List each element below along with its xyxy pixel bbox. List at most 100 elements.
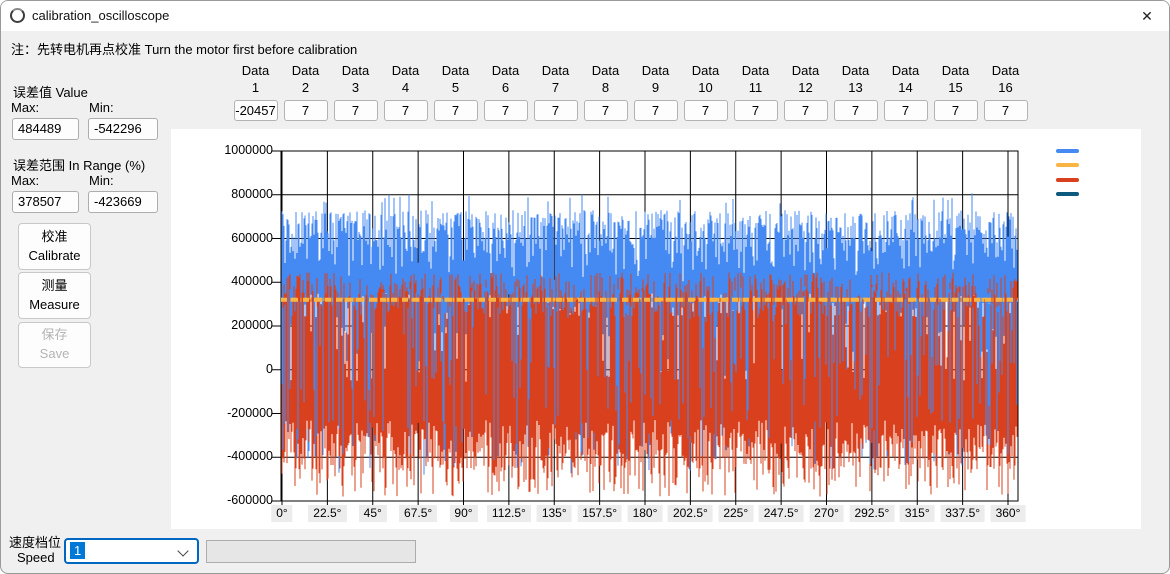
- data-index: 14: [881, 80, 931, 97]
- y-axis-tick-label: 800000: [209, 187, 273, 201]
- data-label: Data: [781, 63, 831, 80]
- data-column-1: Data1 -20457: [231, 63, 281, 121]
- x-axis-tick-label: 292.5°: [849, 505, 894, 522]
- measure-label-en: Measure: [19, 296, 90, 315]
- x-axis-tick-label: 112.5°: [487, 505, 531, 522]
- data-value-field[interactable]: 7: [934, 100, 978, 121]
- measure-button[interactable]: 测量 Measure: [18, 272, 91, 319]
- data-column-10: Data10 7: [681, 63, 731, 121]
- x-axis-tick-label: 67.5°: [399, 505, 437, 522]
- instruction-note: 注：先转电机再点校准 Turn the motor first before c…: [11, 39, 357, 58]
- measure-label-zh: 测量: [19, 277, 90, 296]
- calibrate-button[interactable]: 校准 Calibrate: [18, 223, 91, 270]
- x-axis-tick-label: 157.5°: [577, 505, 622, 522]
- value-min-label: Min:: [89, 100, 114, 115]
- x-axis-tick-label: 90°: [449, 505, 477, 522]
- data-index: 15: [931, 80, 981, 97]
- y-axis-tick-label: 1000000: [209, 143, 273, 157]
- data-label: Data: [681, 63, 731, 80]
- value-max-label: Max:: [11, 100, 39, 115]
- value-min-field[interactable]: -542296: [88, 118, 158, 140]
- data-value-field[interactable]: 7: [784, 100, 828, 121]
- range-min-label: Min:: [89, 173, 114, 188]
- range-min-field[interactable]: -423669: [88, 191, 158, 213]
- value-panel-title: 误差值 Value: [13, 82, 88, 101]
- data-index: 10: [681, 80, 731, 97]
- app-icon: [10, 8, 25, 23]
- data-label: Data: [881, 63, 931, 80]
- data-index: 6: [481, 80, 531, 97]
- data-value-field[interactable]: 7: [334, 100, 378, 121]
- data-label: Data: [531, 63, 581, 80]
- data-label: Data: [581, 63, 631, 80]
- window-title: calibration_oscilloscope: [32, 8, 169, 23]
- data-index: 12: [781, 80, 831, 97]
- data-index: 16: [981, 80, 1031, 97]
- data-column-3: Data3 7: [331, 63, 381, 121]
- data-column-16: Data16 7: [981, 63, 1031, 121]
- data-column-9: Data97: [631, 63, 681, 121]
- data-label: Data: [331, 63, 381, 80]
- y-axis-tick-label: 400000: [209, 274, 273, 288]
- data-column-14: Data14 7: [881, 63, 931, 121]
- y-axis-tick-label: 0: [209, 362, 273, 376]
- data-value-field[interactable]: 7: [684, 100, 728, 121]
- save-button[interactable]: 保存 Save: [18, 322, 91, 368]
- chart-plot-area: [171, 129, 1141, 529]
- data-column-13: Data137: [831, 63, 881, 121]
- save-label-zh: 保存: [19, 326, 90, 345]
- data-index: 11: [731, 80, 781, 97]
- data-column-6: Data6 7: [481, 63, 531, 121]
- data-column-4: Data4 7: [381, 63, 431, 121]
- x-axis-tick-label: 0°: [271, 505, 292, 522]
- data-label: Data: [931, 63, 981, 80]
- speed-select[interactable]: 1: [64, 538, 199, 564]
- title-bar: calibration_oscilloscope ✕: [1, 1, 1169, 31]
- data-value-field[interactable]: 7: [384, 100, 428, 121]
- data-value-field[interactable]: 7: [634, 100, 678, 121]
- x-axis-tick-label: 337.5°: [940, 505, 985, 522]
- data-column-11: Data11 7: [731, 63, 781, 121]
- data-label: Data: [431, 63, 481, 80]
- data-label: Data: [731, 63, 781, 80]
- x-axis-tick-label: 202.5°: [668, 505, 713, 522]
- data-index: 1: [231, 80, 281, 97]
- data-value-field[interactable]: 7: [834, 100, 878, 121]
- data-label: Data: [231, 63, 281, 80]
- data-column-5: Data57: [431, 63, 481, 121]
- data-index: 3: [331, 80, 381, 97]
- data-index: 8: [581, 80, 631, 97]
- data-value-field[interactable]: 7: [584, 100, 628, 121]
- data-value-field[interactable]: 7: [284, 100, 328, 121]
- x-axis-tick-label: 180°: [628, 505, 663, 522]
- y-axis-tick-label: -600000: [209, 493, 273, 507]
- x-axis-tick-label: 315°: [900, 505, 935, 522]
- save-label-en: Save: [19, 345, 90, 364]
- data-index: 4: [381, 80, 431, 97]
- range-max-label: Max:: [11, 173, 39, 188]
- app-window: calibration_oscilloscope ✕ 注：先转电机再点校准 Tu…: [0, 0, 1170, 574]
- calibrate-label-en: Calibrate: [19, 247, 90, 266]
- data-label: Data: [381, 63, 431, 80]
- data-label: Data: [481, 63, 531, 80]
- close-button[interactable]: ✕: [1125, 1, 1169, 31]
- data-value-field[interactable]: 7: [434, 100, 478, 121]
- data-value-field[interactable]: -20457: [234, 100, 278, 121]
- data-value-field[interactable]: 7: [734, 100, 778, 121]
- data-value-field[interactable]: 7: [534, 100, 578, 121]
- legend-swatch-reference-darkblue: [1056, 192, 1079, 196]
- speed-label-en: Speed: [17, 550, 55, 565]
- x-axis-tick-label: 270°: [809, 505, 844, 522]
- x-axis-tick-label: 225°: [718, 505, 753, 522]
- range-panel-title: 误差范围 In Range (%): [13, 155, 145, 174]
- data-value-field[interactable]: 7: [884, 100, 928, 121]
- data-index: 13: [831, 80, 881, 97]
- data-column-7: Data77: [531, 63, 581, 121]
- data-value-field[interactable]: 7: [484, 100, 528, 121]
- data-value-field[interactable]: 7: [984, 100, 1028, 121]
- data-column-15: Data15 7: [931, 63, 981, 121]
- range-max-field[interactable]: 378507: [12, 191, 79, 213]
- x-axis-tick-label: 247.5°: [759, 505, 804, 522]
- value-max-field[interactable]: 484489: [12, 118, 79, 140]
- data-label: Data: [981, 63, 1031, 80]
